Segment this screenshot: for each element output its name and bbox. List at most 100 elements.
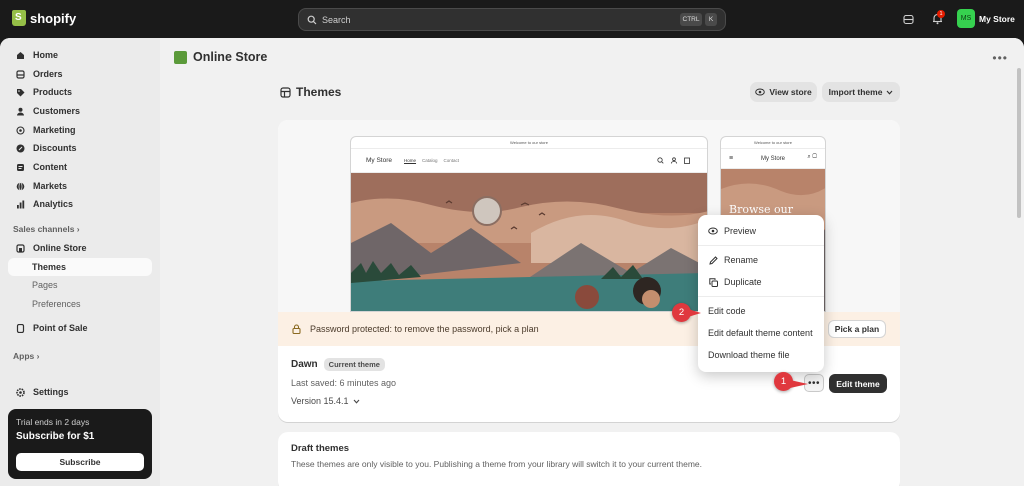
page-header: Online Store [174,50,267,64]
trial-card: Trial ends in 2 days Subscribe for $1 Su… [8,409,152,479]
menu-item-label: Preview [724,226,757,236]
apps-heading[interactable]: Apps › [13,351,39,361]
chevron-down-icon [887,90,893,95]
import-theme-button[interactable]: Import theme [822,82,900,102]
gear-icon [16,387,25,397]
bell-icon[interactable]: 1 [929,10,945,27]
sidebar-item-label: Settings [33,387,69,397]
online-store-icon [16,243,25,253]
shopify-logo[interactable]: shopify [12,10,76,26]
sidebar-item-markets[interactable]: Markets [8,177,152,195]
hero-illustration [351,173,707,311]
view-store-label: View store [769,87,812,97]
menu-item-label: Download theme file [708,350,790,360]
sidebar-item-settings[interactable]: Settings [8,383,152,401]
step-1-pointer [790,380,808,388]
preview-nav: My Store Home Catalog Contact [351,149,707,173]
target-icon [16,125,25,135]
duplicate-icon [708,277,718,287]
sidebar-item-online-store[interactable]: Online Store [8,239,152,257]
sidebar-item-label: Markets [33,181,68,191]
draft-themes-title: Draft themes [291,443,350,454]
search-placeholder: Search [322,14,351,25]
mobile-announcement: Welcome to our store [721,137,825,149]
chevron-down-icon [353,399,359,404]
banner-text: Password protected: to remove the passwo… [310,324,539,334]
sidebar-item-label: Customers [33,106,81,116]
sidebar-item-label: Content [33,162,67,172]
subscribe-button[interactable]: Subscribe [16,453,144,471]
pick-plan-button[interactable]: Pick a plan [828,320,886,338]
last-saved: Last saved: 6 minutes ago [291,378,397,388]
preview-link: Contact [443,158,460,163]
preview-link: Home [404,158,417,163]
step-2-pointer [688,309,701,317]
sidebar-item-orders[interactable]: Orders [8,65,152,83]
search-icon [307,15,317,24]
menu-item-edit-code[interactable]: Edit code [698,300,824,322]
version-label: Version 15.4.1 [291,396,349,406]
search-bar[interactable]: Search CTRL K [298,8,726,31]
home-icon [16,51,25,60]
mobile-store-name: My Store [760,155,785,162]
hamburger-icon: ≡ [729,155,734,162]
sidebar-item-customers[interactable]: Customers [8,102,152,120]
import-theme-label: Import theme [828,87,883,97]
sidebar-item-label: Preferences [32,299,81,309]
brand-name: shopify [30,10,77,26]
sidebar-item-products[interactable]: Products [8,83,152,101]
sidebar-item-analytics[interactable]: Analytics [8,195,152,213]
menu-item-edit-default-content[interactable]: Edit default theme content [698,322,824,344]
sidebar-item-themes[interactable]: Themes [8,258,152,276]
page-title: Online Store [193,50,268,64]
inbox-icon[interactable] [900,11,916,27]
page-more-icon[interactable]: ••• [992,51,1008,65]
sidebar-item-point-of-sale[interactable]: Point of Sale [8,319,152,337]
edit-theme-button[interactable]: Edit theme [829,374,887,393]
sidebar-item-label: Themes [32,262,67,272]
scrollbar[interactable] [1017,68,1021,218]
menu-divider [698,296,824,297]
content-icon [16,163,25,172]
menu-item-label: Edit code [708,306,746,316]
mobile-nav: ≡ My Store ⌕ ▢ [721,149,825,169]
version-selector[interactable]: Version 15.4.1 [291,396,396,406]
sidebar-item-pages[interactable]: Pages [8,276,152,294]
desktop-preview[interactable]: Welcome to our store My Store Home Catal… [350,136,708,312]
sidebar-item-home[interactable]: Home [8,46,152,64]
person-icon [16,107,25,116]
store-avatar[interactable]: MS [957,9,975,28]
sidebar-item-content[interactable]: Content [8,158,152,176]
shopify-bag-icon [12,10,26,26]
menu-item-rename[interactable]: Rename [698,249,824,271]
menu-item-label: Edit default theme content [708,328,813,338]
view-store-button[interactable]: View store [750,82,817,102]
tag-icon [16,88,25,97]
sidebar-item-marketing[interactable]: Marketing [8,121,152,139]
theme-info: Dawn Current theme Last saved: 6 minutes… [291,358,396,406]
menu-item-label: Rename [724,255,759,265]
store-name[interactable]: My Store [979,14,1015,24]
mobile-nav-icons: ⌕ ▢ [807,154,817,160]
preview-icons [657,157,690,164]
eye-icon [708,227,718,235]
menu-item-preview[interactable]: Preview [698,220,824,242]
pencil-icon [708,255,718,265]
menu-item-download[interactable]: Download theme file [698,344,824,366]
top-bar: shopify Search CTRL K 1 MS My Store [0,0,1024,38]
sidebar-item-discounts[interactable]: Discounts [8,139,152,157]
themes-icon [280,86,291,98]
menu-divider [698,245,824,246]
themes-heading: Themes [280,85,341,99]
theme-name: Dawn [291,359,318,370]
online-store-icon [174,50,187,64]
menu-item-duplicate[interactable]: Duplicate [698,271,824,293]
shortcut-ctrl: CTRL [680,13,702,26]
sales-channels-heading[interactable]: Sales channels › [13,224,80,234]
trial-ends-text: Trial ends in 2 days [16,417,90,427]
menu-item-label: Duplicate [724,277,762,287]
sidebar-item-label: Pages [32,280,58,290]
sidebar-item-label: Marketing [33,125,76,135]
sidebar-item-preferences[interactable]: Preferences [8,295,152,313]
draft-themes-description: These themes are only visible to you. Pu… [291,459,703,469]
